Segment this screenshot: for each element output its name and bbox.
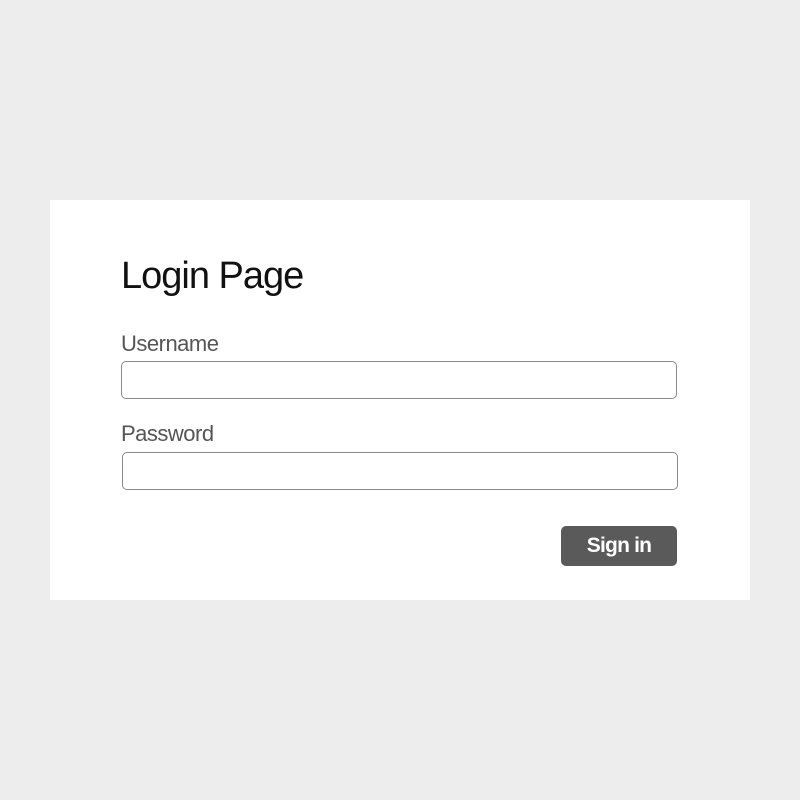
login-card: Login Page Username Password Sign in	[50, 200, 750, 600]
sign-in-button[interactable]: Sign in	[561, 526, 677, 566]
username-input[interactable]	[121, 361, 677, 399]
username-label: Username	[121, 331, 219, 356]
page-title: Login Page	[121, 255, 304, 297]
password-label: Password	[121, 421, 214, 446]
password-input[interactable]	[122, 452, 678, 490]
